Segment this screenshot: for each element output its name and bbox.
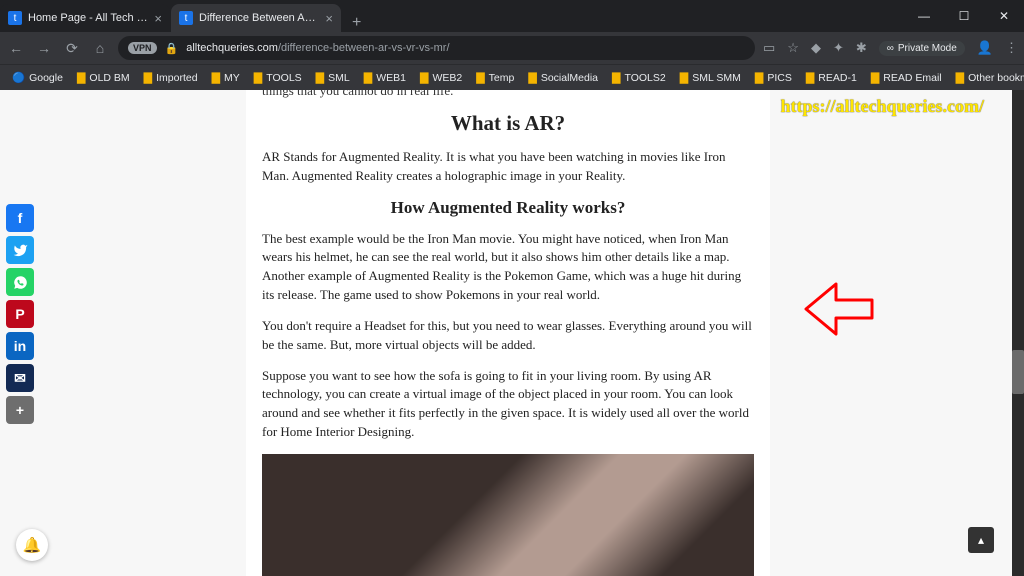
article-paragraph: Suppose you want to see how the sofa is … (262, 367, 754, 442)
video-icon[interactable]: ▭ (763, 40, 775, 56)
tab-home[interactable]: t Home Page - All Tech Queries × (0, 4, 170, 32)
bookmark-item[interactable]: ▇PICS (749, 71, 798, 84)
bookmark-item[interactable]: ▇READ Email (865, 71, 948, 84)
article-paragraph: AR Stands for Augmented Reality. It is w… (262, 148, 754, 186)
linkedin-share-button[interactable]: in (6, 332, 34, 360)
private-mode-badge[interactable]: ∞ Private Mode (879, 41, 965, 56)
bookmark-item[interactable]: ▇SML (310, 71, 356, 84)
bookmark-item[interactable]: ▇SML SMM (674, 71, 747, 84)
bookmark-google[interactable]: 🔵Google (6, 71, 69, 84)
twitter-share-button[interactable] (6, 236, 34, 264)
reload-button[interactable]: ⟳ (62, 38, 82, 58)
back-button[interactable]: ← (6, 38, 26, 58)
heading-how-ar-works: How Augmented Reality works? (262, 198, 754, 218)
mask-icon: ∞ (887, 43, 894, 54)
bookmark-item[interactable]: ▇TOOLS2 (606, 71, 672, 84)
notification-bell-button[interactable]: 🔔 (16, 529, 48, 561)
maximize-button[interactable]: ☐ (944, 0, 984, 32)
scroll-to-top-button[interactable]: ▴ (968, 527, 994, 553)
bookmark-item[interactable]: ▇TOOLS (248, 71, 308, 84)
favicon-icon: t (8, 11, 22, 25)
adblock-icon[interactable]: ◆ (811, 40, 821, 56)
article-image (262, 454, 754, 576)
vpn-badge: VPN (128, 42, 157, 54)
article-content: things that you cannot do in real life. … (246, 90, 770, 576)
url-input[interactable]: VPN 🔒 alltechqueries.com/difference-betw… (118, 36, 755, 60)
bookmark-item[interactable]: ▇WEB2 (414, 71, 468, 84)
page-viewport: https://alltechqueries.com/ f P in ✉ + t… (0, 90, 1024, 576)
scrollbar-thumb[interactable] (1012, 350, 1024, 394)
close-icon[interactable]: × (325, 11, 333, 26)
favicon-icon: t (179, 11, 193, 25)
close-window-button[interactable]: ✕ (984, 0, 1024, 32)
bookmark-item[interactable]: ▇READ-1 (800, 71, 863, 84)
puzzle-icon[interactable]: ✱ (856, 40, 867, 56)
bookmark-item[interactable]: ▇OLD BM (71, 71, 136, 84)
close-icon[interactable]: × (154, 11, 162, 26)
bookmark-item[interactable]: ▇SocialMedia (522, 71, 604, 84)
whatsapp-share-button[interactable] (6, 268, 34, 296)
pinterest-share-button[interactable]: P (6, 300, 34, 328)
red-arrow-annotation (802, 280, 874, 338)
minimize-button[interactable]: — (904, 0, 944, 32)
url-text: alltechqueries.com/difference-between-ar… (186, 42, 449, 54)
bookmark-item[interactable]: ▇MY (206, 71, 246, 84)
article-paragraph: The best example would be the Iron Man m… (262, 230, 754, 305)
heading-what-is-ar: What is AR? (262, 111, 754, 136)
profile-icon[interactable]: 👤 (977, 40, 993, 56)
tab-title: Difference Between AR Vs VR Vs… (199, 12, 319, 24)
bookmark-item[interactable]: ▇Imported (138, 71, 204, 84)
tab-title: Home Page - All Tech Queries (28, 12, 148, 24)
extension-icon[interactable]: ✦ (833, 40, 844, 56)
other-bookmarks[interactable]: ▇Other bookmarks (950, 71, 1024, 84)
forward-button[interactable]: → (34, 38, 54, 58)
browser-titlebar: t Home Page - All Tech Queries × t Diffe… (0, 0, 1024, 32)
bookmarks-bar: 🔵Google ▇OLD BM ▇Imported ▇MY ▇TOOLS ▇SM… (0, 64, 1024, 90)
cut-text: things that you cannot do in real life. (262, 90, 754, 101)
address-bar: ← → ⟳ ⌂ VPN 🔒 alltechqueries.com/differe… (0, 32, 1024, 64)
share-sidebar: f P in ✉ + (6, 204, 34, 424)
article-paragraph: You don't require a Headset for this, bu… (262, 317, 754, 355)
window-controls: — ☐ ✕ (904, 0, 1024, 32)
bookmark-item[interactable]: ▇WEB1 (358, 71, 412, 84)
bookmark-item[interactable]: ▇Temp (470, 71, 520, 84)
menu-icon[interactable]: ⋮ (1005, 40, 1018, 56)
new-tab-button[interactable]: + (342, 14, 371, 32)
watermark-text: https://alltechqueries.com/ (781, 96, 984, 117)
facebook-share-button[interactable]: f (6, 204, 34, 232)
star-icon[interactable]: ☆ (787, 40, 799, 56)
home-button[interactable]: ⌂ (90, 38, 110, 58)
scrollbar-track[interactable] (1012, 90, 1024, 576)
lock-icon: 🔒 (165, 42, 179, 55)
email-share-button[interactable]: ✉ (6, 364, 34, 392)
more-share-button[interactable]: + (6, 396, 34, 424)
tab-article[interactable]: t Difference Between AR Vs VR Vs… × (171, 4, 341, 32)
